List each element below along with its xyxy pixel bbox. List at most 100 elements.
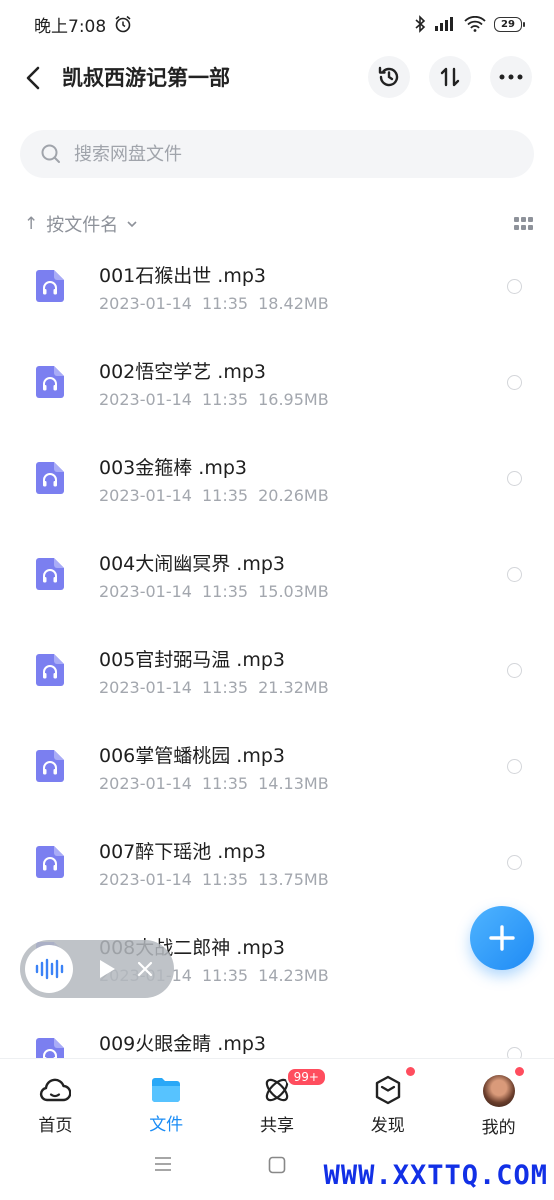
wifi-icon [464, 16, 486, 32]
file-time: 11:35 [201, 870, 249, 889]
play-icon[interactable] [97, 958, 117, 980]
file-date: 2023-01-14 [99, 870, 192, 889]
menu-icon[interactable] [154, 1156, 172, 1172]
select-radio[interactable] [507, 567, 522, 582]
file-row[interactable]: 005官封弼马温 .mp3 2023-01-14 11:35 21.32MB [0, 632, 554, 728]
file-meta: 2023-01-14 11:35 14.13MB [99, 774, 329, 793]
more-dots-icon [499, 74, 523, 80]
file-row[interactable]: 007醉下瑶池 .mp3 2023-01-14 11:35 13.75MB [0, 824, 554, 920]
file-size: 20.26MB [258, 486, 329, 505]
tab-discover[interactable]: 发现 [332, 1059, 443, 1136]
file-date: 2023-01-14 [99, 390, 192, 409]
file-date: 2023-01-14 [99, 486, 192, 505]
home-square-icon[interactable] [268, 1156, 286, 1174]
search-input[interactable] [72, 142, 476, 166]
tab-mine[interactable]: 我的 [443, 1059, 554, 1138]
file-date: 2023-01-14 [99, 774, 192, 793]
file-row[interactable]: 003金箍棒 .mp3 2023-01-14 11:35 20.26MB [0, 440, 554, 536]
add-button[interactable] [470, 906, 534, 970]
sort-direction-icon[interactable]: ↑ [24, 214, 38, 234]
search-bar[interactable] [20, 130, 534, 178]
file-name: 004大闹幽冥界 .mp3 [99, 553, 286, 575]
file-name: 009火眼金睛 .mp3 [99, 1033, 267, 1055]
file-time: 11:35 [201, 390, 249, 409]
history-icon [378, 66, 399, 87]
audio-file-icon [36, 558, 64, 590]
file-meta: 2023-01-14 11:35 21.32MB [99, 678, 329, 697]
audio-wave-button[interactable] [25, 945, 73, 993]
file-time: 11:35 [201, 966, 249, 985]
file-date: 2023-01-14 [99, 294, 192, 313]
file-row[interactable]: 001石猴出世 .mp3 2023-01-14 11:35 18.42MB [0, 248, 554, 344]
search-icon [41, 144, 60, 163]
file-date: 2023-01-14 [99, 678, 192, 697]
alarm-icon [115, 15, 131, 33]
file-time: 11:35 [201, 486, 249, 505]
file-row[interactable]: 002悟空学艺 .mp3 2023-01-14 11:35 16.95MB [0, 344, 554, 440]
tab-share[interactable]: 共享 99+ [222, 1059, 333, 1136]
plus-icon [489, 925, 515, 951]
file-time: 11:35 [201, 294, 249, 313]
sort-toggle-button[interactable] [429, 56, 471, 98]
select-radio[interactable] [507, 471, 522, 486]
file-size: 21.32MB [258, 678, 329, 697]
cube-icon [375, 1075, 400, 1105]
file-size: 16.95MB [258, 390, 329, 409]
file-row[interactable]: 004大闹幽冥界 .mp3 2023-01-14 11:35 15.03MB [0, 536, 554, 632]
file-time: 11:35 [201, 678, 249, 697]
file-meta: 2023-01-14 11:35 20.26MB [99, 486, 329, 505]
battery-level: 29 [501, 18, 515, 30]
select-radio[interactable] [507, 663, 522, 678]
share-badge: 99+ [285, 1067, 327, 1087]
select-radio[interactable] [507, 375, 522, 390]
grid-view-icon[interactable] [514, 217, 533, 231]
signal-icon [435, 17, 453, 31]
file-name: 002悟空学艺 .mp3 [99, 361, 267, 383]
watermark: WWW.XXTTQ.COM [323, 1160, 548, 1191]
mini-player[interactable] [20, 940, 174, 998]
header: 凯叔西游记第一部 [0, 50, 554, 106]
mine-dot [515, 1067, 525, 1076]
audio-file-icon [36, 846, 64, 878]
status-bar: 晚上7:08 29 [0, 0, 554, 48]
back-arrow-icon[interactable] [22, 64, 46, 92]
audio-file-icon [36, 462, 64, 494]
sort-by-name-dropdown[interactable]: 按文件名 [46, 211, 118, 237]
tab-files[interactable]: 文件 [111, 1059, 222, 1135]
tab-share-label: 共享 [259, 1116, 294, 1136]
select-radio[interactable] [507, 279, 522, 294]
select-radio[interactable] [507, 855, 522, 870]
file-size: 14.13MB [258, 774, 329, 793]
file-size: 13.75MB [258, 870, 329, 889]
tab-files-label: 文件 [149, 1115, 184, 1135]
battery-icon: 29 [494, 16, 525, 32]
file-time: 11:35 [201, 774, 249, 793]
file-name: 005官封弼马温 .mp3 [99, 649, 286, 671]
avatar [482, 1075, 515, 1107]
file-name: 006掌管蟠桃园 .mp3 [99, 745, 286, 767]
bluetooth-icon [415, 15, 426, 33]
close-icon[interactable] [137, 961, 153, 977]
tab-home[interactable]: 首页 [0, 1059, 111, 1136]
audio-file-icon [36, 270, 64, 302]
page-title: 凯叔西游记第一部 [62, 66, 230, 90]
file-date: 2023-01-14 [99, 582, 192, 601]
history-button[interactable] [368, 56, 410, 98]
audio-file-icon [36, 750, 64, 782]
file-row[interactable]: 006掌管蟠桃园 .mp3 2023-01-14 11:35 14.13MB [0, 728, 554, 824]
file-size: 18.42MB [258, 294, 329, 313]
file-meta: 2023-01-14 11:35 15.03MB [99, 582, 329, 601]
audio-file-icon [36, 366, 64, 398]
file-name: 007醉下瑶池 .mp3 [99, 841, 267, 863]
tab-home-label: 首页 [38, 1116, 73, 1136]
file-name: 001石猴出世 .mp3 [99, 265, 267, 287]
chevron-down-icon[interactable] [126, 220, 138, 228]
file-time: 11:35 [201, 582, 249, 601]
select-radio[interactable] [507, 759, 522, 774]
file-size: 14.23MB [258, 966, 329, 985]
audio-file-icon [36, 654, 64, 686]
file-meta: 2023-01-14 11:35 16.95MB [99, 390, 329, 409]
sort-row: ↑ 按文件名 [24, 208, 533, 240]
more-button[interactable] [490, 56, 532, 98]
file-meta: 2023-01-14 11:35 13.75MB [99, 870, 329, 889]
